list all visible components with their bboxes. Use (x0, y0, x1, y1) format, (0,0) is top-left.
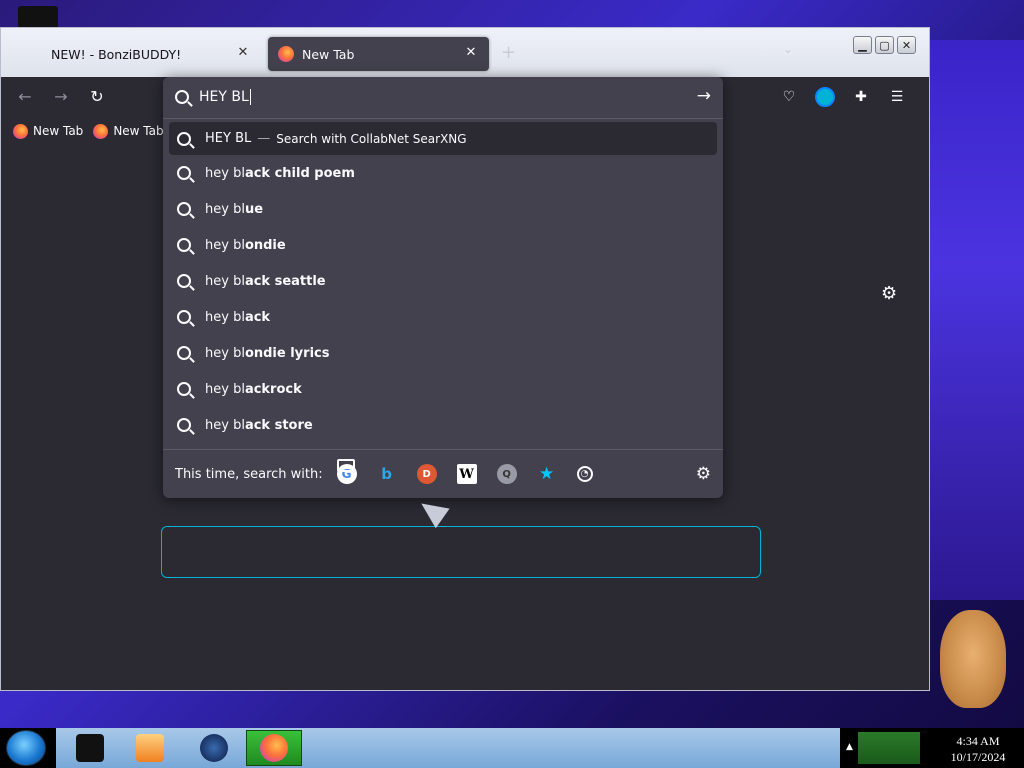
firefox-icon (278, 46, 294, 62)
firefox-icon (93, 123, 109, 139)
taskbar-item-media[interactable] (122, 730, 178, 766)
taskbar-item-terminal[interactable] (62, 730, 118, 766)
account-icon[interactable] (815, 87, 835, 107)
clock-time: 4:34 AM (956, 734, 1000, 748)
extensions-puzzle-icon[interactable]: ✚ (851, 87, 871, 107)
tab-bonzibuddy[interactable]: NEW! - BonziBUDDY! ✕ (39, 37, 261, 71)
settings-gear-icon[interactable]: ⚙ (881, 283, 897, 304)
close-icon[interactable]: ✕ (235, 45, 251, 60)
search-icon (177, 166, 191, 180)
clock[interactable]: 4:34 AM 10/17/2024 (938, 733, 1018, 765)
search-icon (177, 274, 191, 288)
suggestion-text: hey blackrock (205, 381, 302, 397)
close-window-button[interactable]: ✕ (897, 36, 916, 54)
search-icon (177, 346, 191, 360)
urlbar-query[interactable]: HEY BL (199, 89, 251, 105)
search-icon (177, 238, 191, 252)
pocket-icon[interactable]: ♡ (779, 87, 799, 107)
bookmark-item[interactable]: New Tab (93, 123, 164, 139)
toolbar-right-icons: ♡ ✚ ☰ (779, 87, 907, 107)
suggestion-text: hey black store (205, 417, 313, 433)
bookmark-label: New Tab (113, 124, 164, 138)
firefox-icon (13, 123, 28, 139)
search-settings-gear-icon[interactable]: ⚙ (696, 464, 711, 484)
page-search-box[interactable] (161, 526, 761, 578)
history-icon[interactable]: ◔ (576, 466, 593, 482)
back-arrow-icon[interactable]: ← (15, 87, 35, 107)
search-icon (177, 382, 191, 396)
result-action: Search with CollabNet SearXNG (276, 131, 467, 146)
list-all-tabs-chevron-icon[interactable]: ⌄ (783, 42, 793, 56)
go-arrow-icon[interactable]: → (697, 86, 711, 106)
tray-icons[interactable] (858, 732, 920, 764)
suggestion-row[interactable]: hey blondie (169, 227, 717, 263)
urlbar-dropdown: HEY BL → HEY BL — Search with CollabNet … (163, 77, 723, 498)
search-icon (177, 310, 191, 324)
suggestion-row[interactable]: hey blackrock (169, 371, 717, 407)
text-caret (249, 89, 251, 105)
search-result-top[interactable]: HEY BL — Search with CollabNet SearXNG (169, 122, 717, 155)
terminal-icon (76, 734, 104, 762)
tabs-icon[interactable] (336, 459, 355, 472)
urlbar-results: HEY BL — Search with CollabNet SearXNG h… (169, 122, 717, 443)
bookmark-item[interactable]: New Tab (13, 123, 84, 139)
close-icon[interactable]: ✕ (463, 45, 479, 60)
wikipedia-icon[interactable]: W (456, 464, 477, 484)
bing-icon[interactable]: b (377, 464, 397, 484)
media-player-icon (136, 734, 164, 762)
bookmark-label: New Tab (33, 124, 84, 138)
new-tab-plus-icon[interactable]: + (501, 42, 516, 63)
desktop-background-shape (930, 40, 1024, 600)
start-button-icon[interactable] (6, 730, 46, 766)
search-icon (177, 202, 191, 216)
taskbar-item-globe[interactable] (186, 730, 242, 766)
searxng-icon[interactable]: Q (496, 464, 517, 484)
bookmarks-star-icon[interactable]: ★ (537, 464, 557, 484)
reload-icon[interactable]: ↻ (87, 87, 107, 107)
search-icon (177, 131, 191, 146)
search-icon (175, 90, 189, 104)
hamburger-menu-icon[interactable]: ☰ (887, 87, 907, 107)
duckduckgo-icon[interactable]: D (416, 464, 437, 484)
forward-arrow-icon[interactable]: → (51, 87, 71, 107)
firefox-icon (260, 734, 288, 762)
tab-new-tab[interactable]: New Tab ✕ (268, 37, 489, 71)
window-controls: ▁ ▢ ✕ (853, 36, 916, 54)
suggestion-row[interactable]: hey black (169, 299, 717, 335)
suggestion-row[interactable]: hey blondie lyrics (169, 335, 717, 371)
tab-label: New Tab (302, 46, 355, 62)
taskbar-item-firefox[interactable] (246, 730, 302, 766)
suggestion-text: hey blondie lyrics (205, 345, 330, 361)
globe-icon (200, 734, 228, 762)
one-off-label: This time, search with: (175, 466, 323, 482)
search-icon (177, 418, 191, 432)
tray-expand-icon[interactable]: ▲ (846, 742, 853, 752)
one-off-search-footer: This time, search with: G b D W Q ★ ◔ ⚙ (163, 449, 723, 498)
result-separator: — (257, 131, 271, 146)
urlbar-input[interactable]: HEY BL (163, 77, 723, 117)
suggestion-row[interactable]: hey blue (169, 191, 717, 227)
suggestion-text: hey black (205, 309, 271, 325)
tab-strip: NEW! - BonziBUDDY! ✕ New Tab ✕ + ⌄ ▁ ▢ ✕ (1, 28, 929, 77)
suggestion-text: hey black seattle (205, 273, 326, 289)
maximize-button[interactable]: ▢ (875, 36, 894, 54)
result-text: HEY BL (205, 131, 252, 146)
suggestion-text: hey blue (205, 201, 264, 217)
suggestion-row[interactable]: hey black child poem (169, 155, 717, 191)
hamster-mascot-image (940, 610, 1006, 708)
suggestion-row[interactable]: hey black seattle (169, 263, 717, 299)
suggestion-text: hey black child poem (205, 165, 355, 181)
clock-date: 10/17/2024 (950, 750, 1006, 764)
suggestion-row[interactable]: hey black store (169, 407, 717, 443)
one-off-engines: G b D W Q ★ ◔ (336, 459, 593, 484)
minimize-button[interactable]: ▁ (853, 36, 872, 54)
suggestion-text: hey blondie (205, 237, 286, 253)
tab-label: NEW! - BonziBUDDY! (51, 46, 182, 62)
divider (163, 118, 723, 119)
